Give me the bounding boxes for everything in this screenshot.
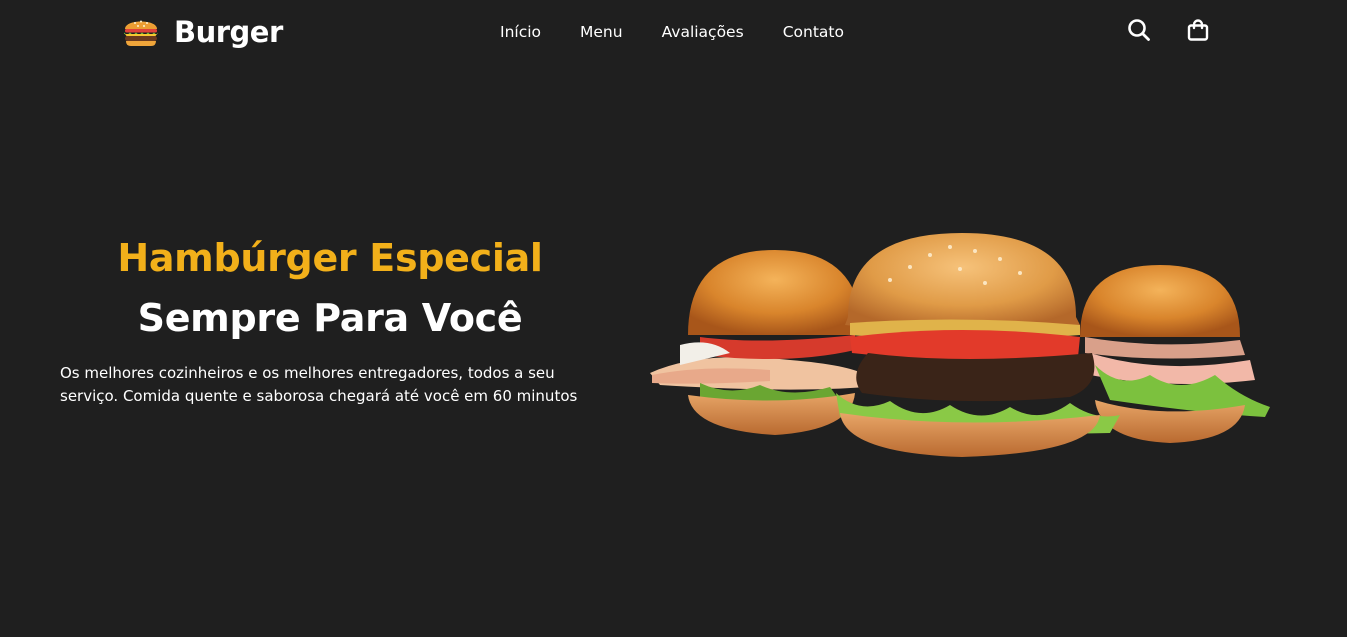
search-button[interactable] (1125, 16, 1153, 44)
three-burgers-image (650, 233, 1270, 457)
burger-emoji-icon (124, 20, 158, 46)
header-actions (1125, 16, 1212, 44)
hero-subtitle: Sempre Para Você (137, 296, 523, 340)
hero-title: Hambúrger Especial (117, 236, 543, 280)
cart-button[interactable] (1184, 16, 1212, 44)
site-header: Burger Início Menu Avaliações Contato (0, 0, 1347, 64)
nav-link-menu[interactable]: Menu (580, 21, 623, 43)
left-burger (650, 250, 865, 435)
nav-link-contato[interactable]: Contato (783, 21, 844, 43)
nav-link-avaliacoes[interactable]: Avaliações (662, 21, 744, 43)
search-icon (1128, 19, 1150, 41)
hero-description-line-1: Os melhores cozinheiros e os melhores en… (60, 364, 555, 382)
hero-description-line-2: serviço. Comida quente e saborosa chegar… (60, 387, 578, 405)
shopping-bag-icon (1187, 19, 1209, 41)
center-burger (836, 233, 1120, 457)
nav-link-inicio[interactable]: Início (500, 21, 541, 43)
hero-heading-group: Hambúrger Especial Sempre Para Você (40, 232, 660, 344)
hero-description: Os melhores cozinheiros e os melhores en… (60, 362, 640, 408)
right-burger (1080, 265, 1270, 443)
main-nav: Início Menu Avaliações Contato (500, 21, 844, 43)
brand-logo-link[interactable]: Burger (122, 14, 283, 50)
page: Burger Início Menu Avaliações Contato Ha… (0, 0, 1347, 637)
brand-name: Burger (174, 15, 283, 49)
